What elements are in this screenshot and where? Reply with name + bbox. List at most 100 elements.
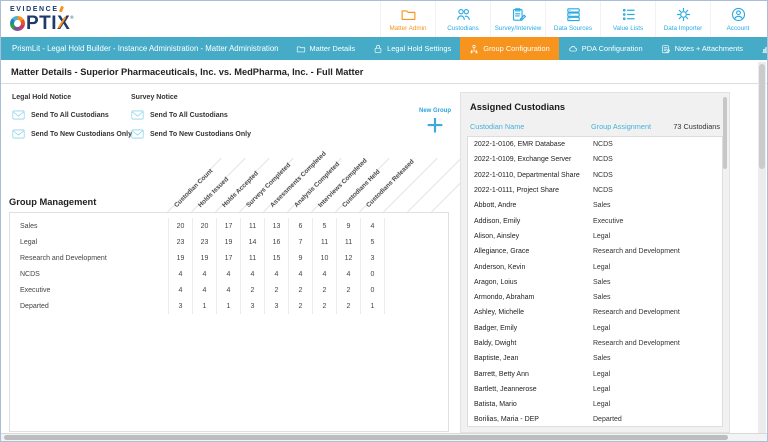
vertical-scrollbar-thumb[interactable] [759, 64, 765, 169]
group-cell: 7 [288, 234, 312, 250]
group-row-name: Research and Development [10, 255, 168, 262]
tab-group-configuration[interactable]: Group Configuration [460, 37, 559, 60]
custodian-list-row[interactable]: Baldy, Dwight Research and Development [468, 336, 722, 351]
nav-item-account[interactable]: Account [710, 1, 765, 37]
new-group-button[interactable]: New Group + [414, 108, 456, 138]
top-nav: Matter Admin Custodians Survey/Interview… [380, 1, 765, 37]
custodian-list-row[interactable]: Abbott, Andre Sales [468, 198, 722, 213]
group-table-row[interactable]: Legal 2323191416711115 [10, 234, 448, 250]
custodian-name: 2022-1-0111, Project Share [474, 187, 593, 194]
custodian-list-scrollbar[interactable] [723, 97, 727, 169]
custodian-name: Addison, Emily [474, 218, 593, 225]
custodian-group: Legal [593, 233, 722, 240]
group-cell: 4 [216, 282, 240, 298]
group-table-row[interactable]: NCDS 444444440 [10, 266, 448, 282]
survey-send-all-button[interactable]: Send To All Custodians [131, 110, 251, 120]
group-cell-empty [384, 298, 448, 314]
custodian-list-row[interactable]: 2022-1-0109, Exchange Server NCDS [468, 152, 722, 167]
custodian-list-header: Custodian Name Group Assignment 73 Custo… [470, 122, 720, 131]
app-window: EVIDENCE PTIX® Matter Admin Custodians S… [0, 0, 768, 442]
group-cell: 2 [288, 282, 312, 298]
tab-legal-hold-settings[interactable]: Legal Hold Settings [364, 37, 460, 60]
group-cell: 4 [288, 266, 312, 282]
group-cell: 2 [288, 298, 312, 314]
logo-optix-text: PTIX® [10, 14, 74, 33]
custodian-list-row[interactable]: Baptiste, Jean Sales [468, 351, 722, 366]
group-cell: 4 [168, 266, 192, 282]
custodian-list-row[interactable]: Badger, Emily Legal [468, 321, 722, 336]
group-cell: 15 [264, 250, 288, 266]
group-table-row[interactable]: Research and Development 191917111591012… [10, 250, 448, 266]
tab-notes-attachments[interactable]: Notes + Attachments [652, 37, 752, 60]
group-row-name: Sales [10, 223, 168, 230]
logo-tick-icon [59, 5, 64, 11]
vertical-scrollbar-track[interactable] [758, 62, 766, 433]
group-table-row[interactable]: Departed 311332221 [10, 298, 448, 314]
evidence-optix-logo: EVIDENCE PTIX® [1, 6, 74, 33]
custodian-group: Sales [593, 355, 722, 362]
group-cell: 4 [192, 282, 216, 298]
custodian-list-row[interactable]: Armondo, Abraham Sales [468, 290, 722, 305]
nav-item-data-sources[interactable]: Data Sources [545, 1, 600, 37]
custodian-name: Aragon, Loius [474, 279, 593, 286]
group-cell: 20 [168, 218, 192, 234]
legal-hold-notice-title: Legal Hold Notice [12, 94, 132, 101]
tab-reports[interactable]: Reports [752, 37, 768, 60]
horizontal-scrollbar-thumb[interactable] [4, 435, 728, 440]
custodian-group: Sales [593, 294, 722, 301]
group-table-row[interactable]: Sales 20201711136594 [10, 218, 448, 234]
custodian-list-row[interactable]: Aragon, Loius Sales [468, 275, 722, 290]
tab-pda-configuration[interactable]: PDA Configuration [559, 37, 652, 60]
group-cell: 4 [240, 266, 264, 282]
nav-label: Account [727, 25, 750, 32]
nav-item-matter-admin[interactable]: Matter Admin [380, 1, 435, 37]
group-row-values: 444444440 [168, 266, 448, 282]
custodian-list-row[interactable]: Addison, Emily Executive [468, 213, 722, 228]
nav-item-value-lists[interactable]: Value Lists [600, 1, 655, 37]
action-label: Send To All Custodians [150, 112, 228, 119]
custodian-name: Barrett, Betty Ann [474, 371, 593, 378]
matter-title-bar: Matter Details - Superior Pharmaceutical… [1, 60, 767, 84]
custodian-list-row[interactable]: Anderson, Kevin Legal [468, 259, 722, 274]
custodian-list-row[interactable]: Allegiance, Grace Research and Developme… [468, 244, 722, 259]
group-cell: 3 [360, 250, 384, 266]
horizontal-scrollbar-track[interactable] [1, 433, 767, 441]
custodian-list-row[interactable]: Borilias, Maria - DEP Departed [468, 412, 722, 427]
group-cell-empty [384, 218, 448, 234]
group-cell: 1 [216, 298, 240, 314]
custodian-list-row[interactable]: Batista, Mario Legal [468, 397, 722, 412]
logo-x: X [57, 14, 70, 33]
legal-hold-send-all-button[interactable]: Send To All Custodians [12, 110, 132, 120]
custodian-list-row[interactable]: Ashley, Michelle Research and Developmen… [468, 305, 722, 320]
database-icon [565, 6, 582, 23]
logo-pti: PTI [26, 14, 57, 33]
nav-item-survey-interview[interactable]: Survey/Interview [490, 1, 545, 37]
custodian-list-row[interactable]: Barrett, Betty Ann Legal [468, 366, 722, 381]
custodian-list-row[interactable]: 2022-1-0111, Project Share NCDS [468, 183, 722, 198]
custodian-group: Research and Development [593, 309, 722, 316]
nav-label: Value Lists [613, 25, 643, 32]
nav-label: Survey/Interview [495, 25, 542, 32]
group-cell: 11 [336, 234, 360, 250]
tab-matter-details[interactable]: Matter Details [287, 37, 365, 60]
nav-item-custodians[interactable]: Custodians [435, 1, 490, 37]
custodian-group: NCDS [593, 141, 722, 148]
group-table-rows: Sales 20201711136594 Legal 2323191416711… [10, 218, 448, 314]
people-icon [455, 6, 472, 23]
nav-item-data-importer[interactable]: Data Importer [655, 1, 710, 37]
group-cell: 1 [360, 298, 384, 314]
custodian-name-header[interactable]: Custodian Name [470, 122, 591, 131]
custodian-list-row[interactable]: Bartlett, Jeannerose Legal [468, 382, 722, 397]
group-cell: 14 [240, 234, 264, 250]
custodian-list-row[interactable]: Alison, Ainsley Legal [468, 229, 722, 244]
custodian-list-row[interactable]: 2022-1-0106, EMR Database NCDS [468, 137, 722, 152]
group-cell: 2 [336, 282, 360, 298]
group-cell: 4 [360, 218, 384, 234]
group-assignment-header[interactable]: Group Assignment [591, 122, 673, 131]
group-table-row[interactable]: Executive 444222220 [10, 282, 448, 298]
custodian-list-row[interactable]: 2022-1-0110, Departmental Share NCDS [468, 168, 722, 183]
custodian-name: 2022-1-0109, Exchange Server [474, 156, 593, 163]
group-cell: 10 [312, 250, 336, 266]
group-cell-empty [384, 250, 448, 266]
tab-label: Legal Hold Settings [387, 44, 451, 53]
